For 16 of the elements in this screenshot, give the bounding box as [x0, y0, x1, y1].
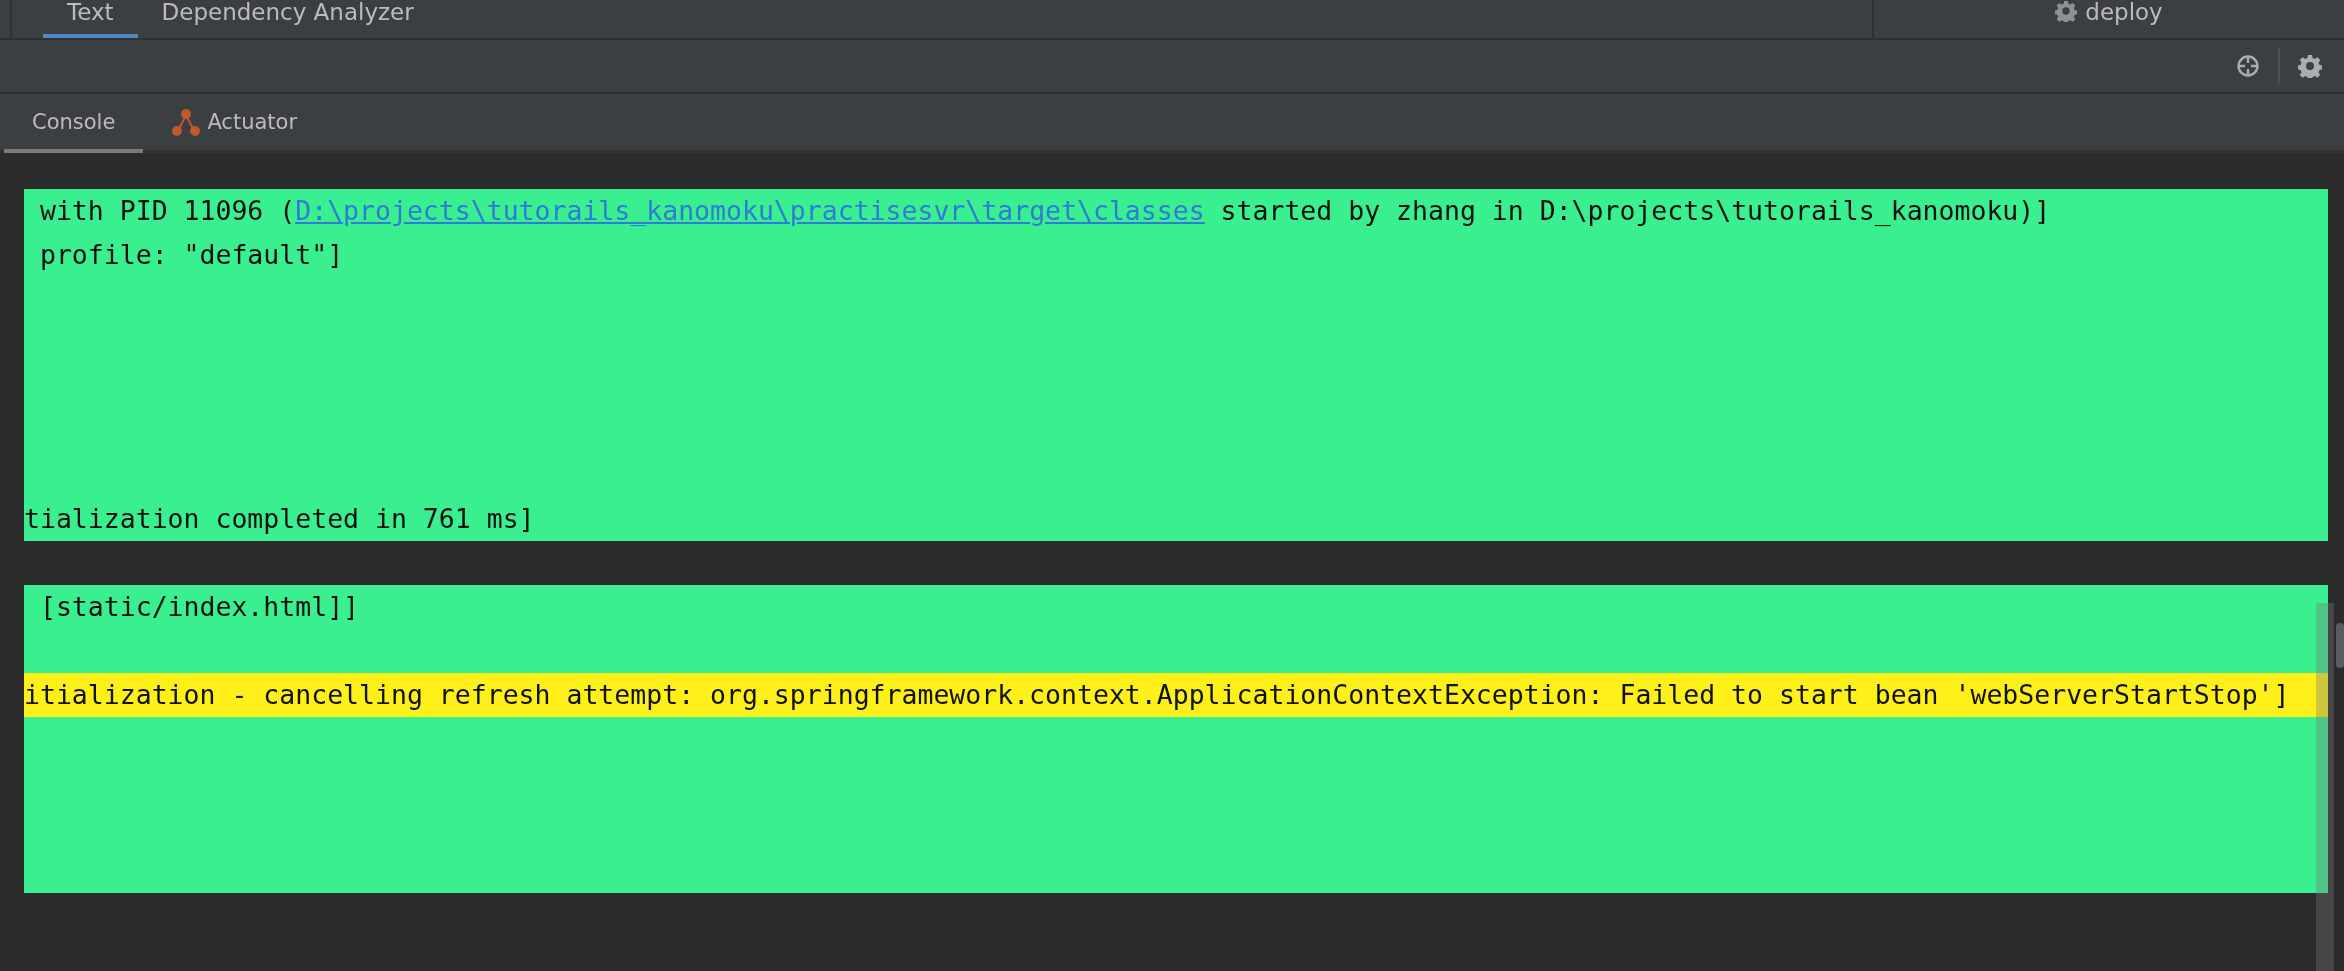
log-text: started by zhang in D:\projects\tutorails_kanomoku)]: [1219, 195, 2051, 226]
console-tab[interactable]: Actuator: [143, 94, 326, 153]
crosshair-icon[interactable]: [2236, 54, 2260, 78]
settings-icon[interactable]: [2298, 54, 2322, 78]
log-text: profile: "default"]: [38, 239, 344, 270]
scrollbar-track[interactable]: [2316, 603, 2334, 971]
log-text: with PID 11096 (: [38, 195, 296, 226]
log-text: [static/index.html]]: [38, 591, 360, 622]
gear-icon: [2055, 0, 2078, 22]
editor-tab[interactable]: Dependency Analyzer: [137, 0, 438, 38]
nodes-icon: [171, 106, 202, 137]
file-path-link[interactable]: D:\projects\tutorails_kanomoku\practisesvr\target\classes: [295, 195, 1205, 226]
console-tab[interactable]: Console: [4, 94, 144, 153]
log-text: tialization completed in 761 ms]: [24, 503, 535, 534]
run-configuration[interactable]: deploy: [1874, 0, 2344, 38]
scrollbar-thumb[interactable]: [2336, 623, 2344, 668]
